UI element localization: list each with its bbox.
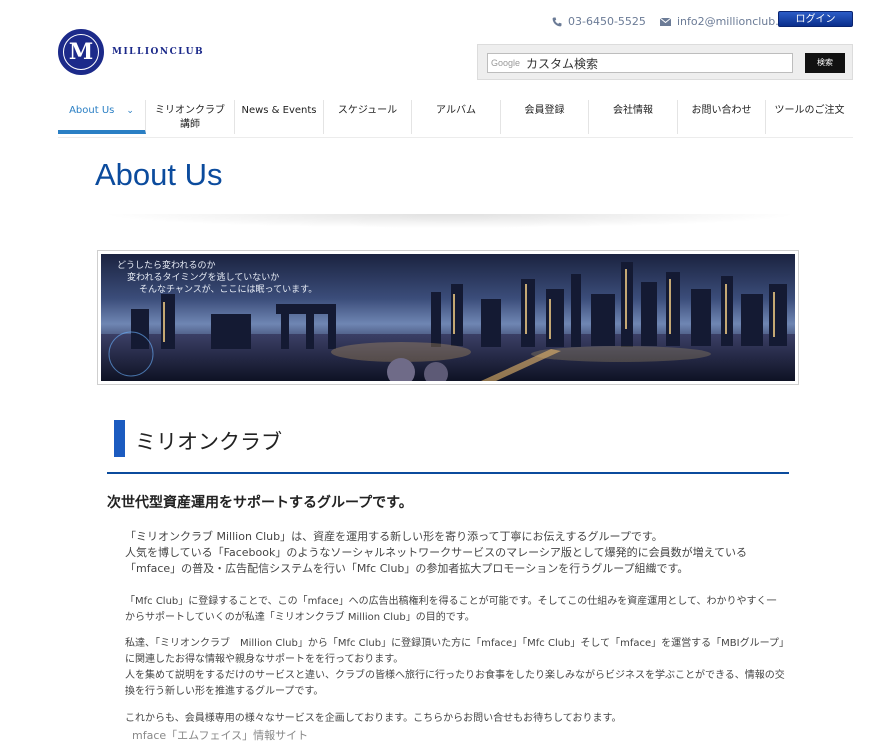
nav-label: About Us — [69, 105, 115, 116]
google-watermark: Google — [491, 58, 521, 68]
nav-item-company-info[interactable]: 会社情報 — [589, 100, 678, 134]
support-paragraph: 私達、「ミリオンクラブ Million Club」から「Mfc Club」に登録… — [125, 638, 785, 697]
nav-item-about-us[interactable]: About Us ⌄ — [58, 100, 146, 134]
mface-info-link[interactable]: mface「エムフェイス」情報サイト — [132, 727, 308, 743]
title-divider-shadow — [100, 214, 800, 228]
phone-icon — [552, 17, 562, 26]
nav-item-instructors[interactable]: ミリオンクラブ 講師 — [146, 100, 235, 134]
section-accent-bar — [114, 420, 125, 457]
city-skyline-image: どうしたら変われるのか 変われるタイミングを逃していないか そんなチャンスが、こ… — [101, 254, 795, 381]
phone-number: 03-6450-5525 — [568, 15, 646, 28]
search-button[interactable]: 検索 — [805, 53, 845, 73]
banner-caption-line: そんなチャンスが、ここには眠っています。 — [139, 285, 318, 295]
logo-text: MILLIONCLUB — [112, 47, 205, 57]
section-title: ミリオンクラブ — [135, 431, 282, 454]
mfc-club-paragraph: 「Mfc Club」に登録することで、この「mface」への広告出稿権利を得るこ… — [125, 596, 777, 623]
nav-item-member-registration[interactable]: 会員登録 — [501, 100, 589, 134]
hero-banner: どうしたら変われるのか 変われるタイミングを逃していないか そんなチャンスが、こ… — [97, 250, 799, 385]
banner-caption: どうしたら変われるのか 変われるタイミングを逃していないか そんなチャンスが、こ… — [117, 260, 317, 296]
search-input-value: カスタム検索 — [526, 56, 599, 71]
closing-paragraph: これからも、会員様専用の様々なサービスを企画しております。こちらからお問い合せも… — [125, 713, 622, 724]
logo-letter: M — [68, 39, 94, 65]
section-header: ミリオンクラブ — [107, 418, 789, 474]
chevron-down-icon[interactable]: ⌄ — [126, 104, 134, 118]
page-title: About Us — [95, 157, 223, 192]
login-button[interactable]: ログイン — [778, 11, 853, 27]
banner-caption-line: 変われるタイミングを逃していないか — [127, 273, 280, 283]
nav-item-contact[interactable]: お問い合わせ — [678, 100, 766, 134]
mail-icon — [659, 17, 671, 26]
intro-paragraph: 「ミリオンクラブ Million Club」は、資産を運用する新しい形を寄り添っ… — [125, 530, 748, 575]
nav-item-album[interactable]: アルバム — [412, 100, 501, 134]
nav-item-schedule[interactable]: スケジュール — [324, 100, 412, 134]
phone-contact[interactable]: 03-6450-5525 — [552, 15, 646, 28]
main-nav: About Us ⌄ ミリオンクラブ 講師 News & Events スケジュ… — [58, 100, 853, 138]
search-panel: Google カスタム検索 検索 — [477, 44, 853, 80]
section-subheading: 次世代型資産運用をサポートするグループです。 — [107, 495, 413, 511]
search-input[interactable]: Google カスタム検索 — [487, 53, 793, 73]
nav-item-news-events[interactable]: News & Events — [235, 100, 324, 134]
nav-item-tool-order[interactable]: ツールのご注文 — [766, 100, 853, 134]
logo-emblem: M — [58, 29, 104, 75]
site-logo[interactable]: M MILLIONCLUB — [58, 29, 204, 75]
banner-caption-line: どうしたら変われるのか — [117, 261, 216, 271]
